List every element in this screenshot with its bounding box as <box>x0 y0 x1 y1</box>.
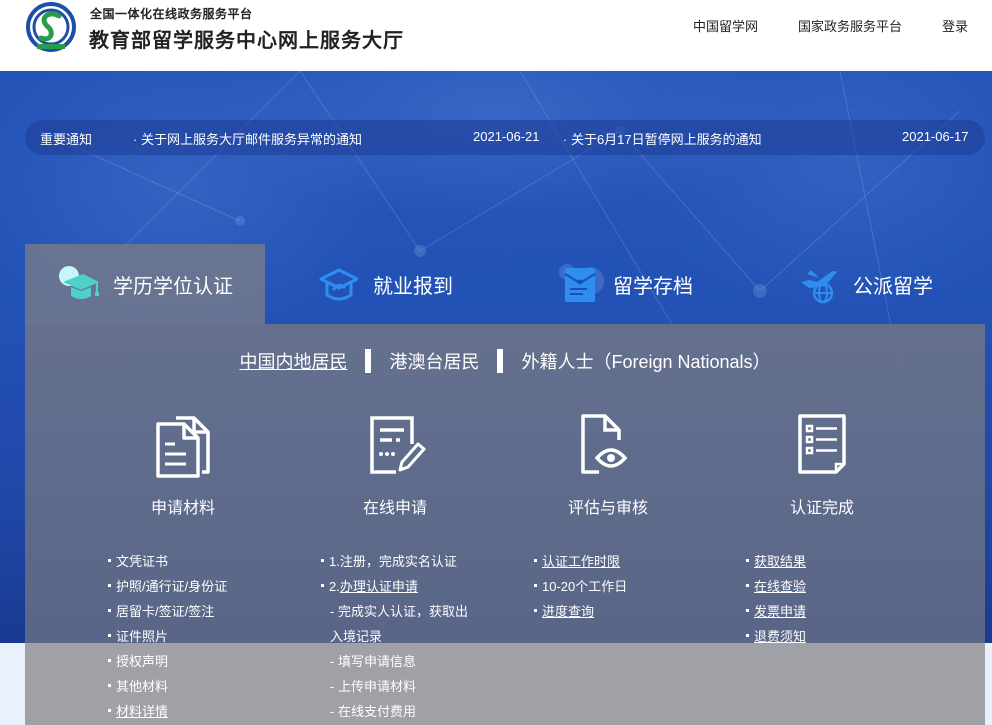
notice-date: 2021-06-21 <box>473 129 540 144</box>
separator <box>365 349 372 373</box>
step-title: 认证完成 <box>789 500 854 517</box>
list-item: 授权声明 <box>108 652 227 677</box>
list-item: 2.办理认证申请 <box>321 577 468 602</box>
tab-government-study-abroad[interactable]: 公派留学 <box>745 244 985 324</box>
step-online-application: 在线申请 <box>335 410 455 518</box>
residency-selector: 中国内地居民 港澳台居民 外籍人士（Foreign Nationals） <box>0 348 992 374</box>
step-verification-complete: 认证完成 <box>762 410 882 518</box>
materials-details-link[interactable]: 材料详情 <box>116 704 168 719</box>
top-nav: 中国留学网 国家政务服务平台 登录 <box>653 16 968 35</box>
list-item: 1.注册，完成实名认证 <box>321 552 468 577</box>
apply-verification-link[interactable]: 办理认证申请 <box>340 579 418 594</box>
list-item: 文凭证书 <box>108 552 227 577</box>
progress-query-link[interactable]: 进度查询 <box>542 604 594 619</box>
notice-date: 2021-06-17 <box>902 129 969 144</box>
review-list: 认证工作时限 10-20个工作日 进度查询 <box>534 552 627 627</box>
site-title[interactable]: 教育部留学服务中心网上服务大厅 <box>89 24 404 53</box>
platform-name: 全国一体化在线政务服务平台 <box>90 7 253 21</box>
archive-envelope-icon <box>559 264 596 302</box>
list-item: 进度查询 <box>534 602 627 627</box>
tab-employment-report[interactable]: 就业报到 <box>265 244 505 324</box>
list-item: - 填写申请信息 <box>330 654 416 669</box>
tab-study-archive[interactable]: 留学存档 <box>505 244 745 324</box>
notice-item[interactable]: · 关于网上服务大厅邮件服务异常的通知 <box>133 129 362 148</box>
document-eye-icon <box>581 414 628 474</box>
tab-degree-verification[interactable]: 学历学位认证 <box>25 244 265 324</box>
residency-option-foreign[interactable]: 外籍人士（Foreign Nationals） <box>521 348 770 374</box>
list-item: 入境记录 <box>330 629 383 644</box>
list-item: 认证工作时限 <box>534 552 627 577</box>
tab-label: 公派留学 <box>853 275 933 298</box>
plane-globe-icon <box>801 270 837 304</box>
list-item: 居留卡/签证/签注 <box>108 602 227 627</box>
list-item: 证件照片 <box>108 627 227 652</box>
tab-label: 就业报到 <box>373 275 453 298</box>
notice-bar: 重要通知 · 关于网上服务大厅邮件服务异常的通知 2021-06-21 · 关于… <box>25 120 985 155</box>
refund-notice-link[interactable]: 退费须知 <box>754 629 806 644</box>
tab-label: 留学存档 <box>613 275 693 298</box>
nav-link-gov-platform[interactable]: 国家政务服务平台 <box>798 16 902 35</box>
list-item: - 在线支付费用 <box>330 704 416 719</box>
list-item: 10-20个工作日 <box>534 577 627 602</box>
notice-label: 重要通知 <box>40 132 93 147</box>
form-edit-icon <box>370 416 426 474</box>
notice-title[interactable]: 关于6月17日暂停网上服务的通知 <box>571 132 762 147</box>
step-title: 评估与审核 <box>567 500 648 517</box>
notice-title[interactable]: 关于网上服务大厅邮件服务异常的通知 <box>141 132 362 147</box>
invoice-request-link[interactable]: 发票申请 <box>754 604 806 619</box>
residency-option-mainland[interactable]: 中国内地居民 <box>239 348 347 374</box>
notice-item[interactable]: · 关于6月17日暂停网上服务的通知 <box>563 129 762 148</box>
logo-icon[interactable] <box>25 2 77 54</box>
separator <box>497 349 504 373</box>
documents-icon <box>156 416 210 478</box>
get-result-link[interactable]: 获取结果 <box>754 554 806 569</box>
tab-label: 学历学位认证 <box>113 275 233 298</box>
materials-list: 文凭证书 护照/通行证/身份证 居留卡/签证/签注 证件照片 授权声明 其他材料… <box>108 552 227 725</box>
list-item: 退费须知 <box>746 627 806 652</box>
step-evaluation-review: 评估与审核 <box>548 410 668 518</box>
graduation-cap-icon <box>59 266 99 299</box>
processing-time-link[interactable]: 认证工作时限 <box>542 554 620 569</box>
list-item: 护照/通行证/身份证 <box>108 577 227 602</box>
residency-option-hk-macao-taiwan[interactable]: 港澳台居民 <box>389 348 479 374</box>
step-title: 申请材料 <box>150 500 215 517</box>
list-item: 材料详情 <box>108 702 227 725</box>
checklist-icon <box>798 414 846 474</box>
completion-list: 获取结果 在线查验 发票申请 退费须知 <box>746 552 806 652</box>
list-item: 获取结果 <box>746 552 806 577</box>
application-steps-list: 1.注册，完成实名认证 2.办理认证申请 - 完成实人认证，获取出 入境记录 -… <box>321 552 468 725</box>
site-header: 全国一体化在线政务服务平台 教育部留学服务中心网上服务大厅 中国留学网 国家政务… <box>0 0 992 71</box>
list-item: 其他材料 <box>108 677 227 702</box>
list-item: - 完成实人认证，获取出 <box>330 604 468 619</box>
mortarboard-outline-icon <box>319 268 359 301</box>
list-item: 在线查验 <box>746 577 806 602</box>
list-item: - 上传申请材料 <box>330 679 416 694</box>
nav-link-cscse[interactable]: 中国留学网 <box>693 16 758 35</box>
step-application-materials: 申请材料 <box>123 410 243 518</box>
login-link[interactable]: 登录 <box>942 16 968 35</box>
online-verify-link[interactable]: 在线查验 <box>754 579 806 594</box>
step-title: 在线申请 <box>362 500 427 517</box>
list-item: 发票申请 <box>746 602 806 627</box>
